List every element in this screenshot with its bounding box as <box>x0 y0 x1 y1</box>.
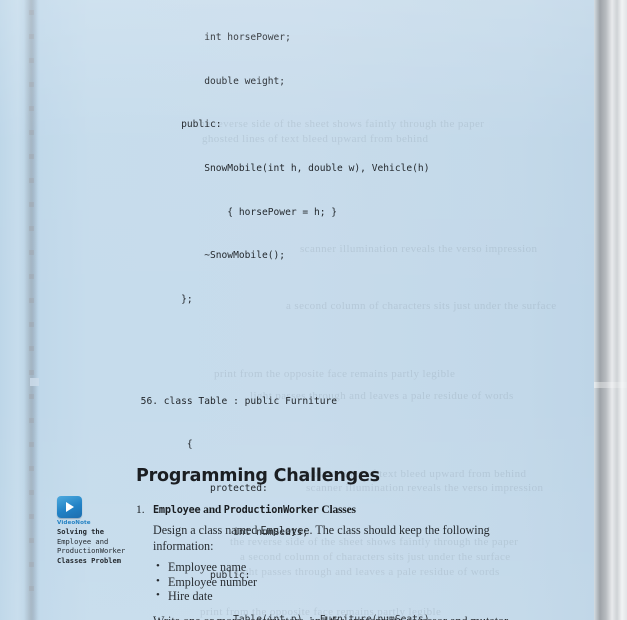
video-note-caption-line: Employee and <box>57 536 109 546</box>
code-line: double weight; <box>136 75 556 90</box>
code-text: public: <box>158 119 222 131</box>
challenge-title: Employee and ProductionWorker Classes <box>153 504 356 516</box>
scanned-textbook-page: the reverse side of the sheet shows fain… <box>0 0 627 620</box>
code-line-numbered: 56. class Table : public Furniture <box>136 395 556 410</box>
video-note-caption-line: Classes Problem <box>57 555 122 565</box>
video-note-kicker: VideoNote <box>57 520 91 526</box>
code-line: }; <box>136 293 556 308</box>
exercise-number: 56. <box>140 395 158 407</box>
challenge-title-class-2: ProductionWorker <box>223 505 319 516</box>
challenge-item: 1. Employee and ProductionWorker Classes… <box>136 503 546 620</box>
code-text: }; <box>158 293 193 305</box>
video-note-caption-line: ProductionWorker <box>57 546 126 556</box>
challenge-title-row: 1. Employee and ProductionWorker Classes <box>136 503 546 518</box>
play-triangle-icon <box>66 501 74 512</box>
video-note-callout[interactable]: VideoNote Solving the Employee and Produ… <box>57 496 131 565</box>
video-note-caption-line: Solving the <box>57 527 104 536</box>
section-heading: Programming Challenges <box>136 466 380 486</box>
code-text: int horsePower; <box>158 32 291 44</box>
code-line: ~SnowMobile(); <box>136 249 556 264</box>
intro-text-before: Design a class named <box>153 523 261 537</box>
challenge-title-conjunction: and <box>200 504 224 516</box>
code-text: ~SnowMobile(); <box>158 250 286 262</box>
play-button-icon[interactable] <box>57 496 82 518</box>
challenge-title-class-1: Employee <box>153 505 201 516</box>
list-item: Employee name <box>156 559 546 575</box>
challenge-number: 1. <box>136 504 145 516</box>
code-text: class Table : public Furniture <box>163 395 338 407</box>
code-line: public: <box>136 118 556 133</box>
list-item: Hire date <box>156 588 546 604</box>
code-line: { horsePower = h; } <box>136 206 556 221</box>
intro-class-name: Employee <box>260 526 310 537</box>
challenge-closing-text: Write one or more constructors, and the … <box>153 614 553 620</box>
code-line: SnowMobile(int h, double w), Vehicle(h) <box>136 162 556 177</box>
code-text: double weight; <box>158 75 286 87</box>
code-line: int horsePower; <box>136 31 556 46</box>
code-text: { <box>163 439 193 451</box>
challenge-title-suffix: Classes <box>318 504 356 516</box>
code-text: { horsePower = h; } <box>158 206 338 218</box>
code-spacer <box>136 337 556 352</box>
page-edge-background <box>594 0 627 620</box>
challenge-intro: Design a class named Employee. The class… <box>153 523 546 554</box>
list-item: Employee number <box>156 574 546 590</box>
code-text: SnowMobile(int h, double w), Vehicle(h) <box>158 163 430 175</box>
challenge-bullet-list: Employee name Employee number Hire date <box>136 559 546 604</box>
code-line: { <box>136 438 556 453</box>
video-note-caption: Solving the Employee and ProductionWorke… <box>57 527 131 565</box>
